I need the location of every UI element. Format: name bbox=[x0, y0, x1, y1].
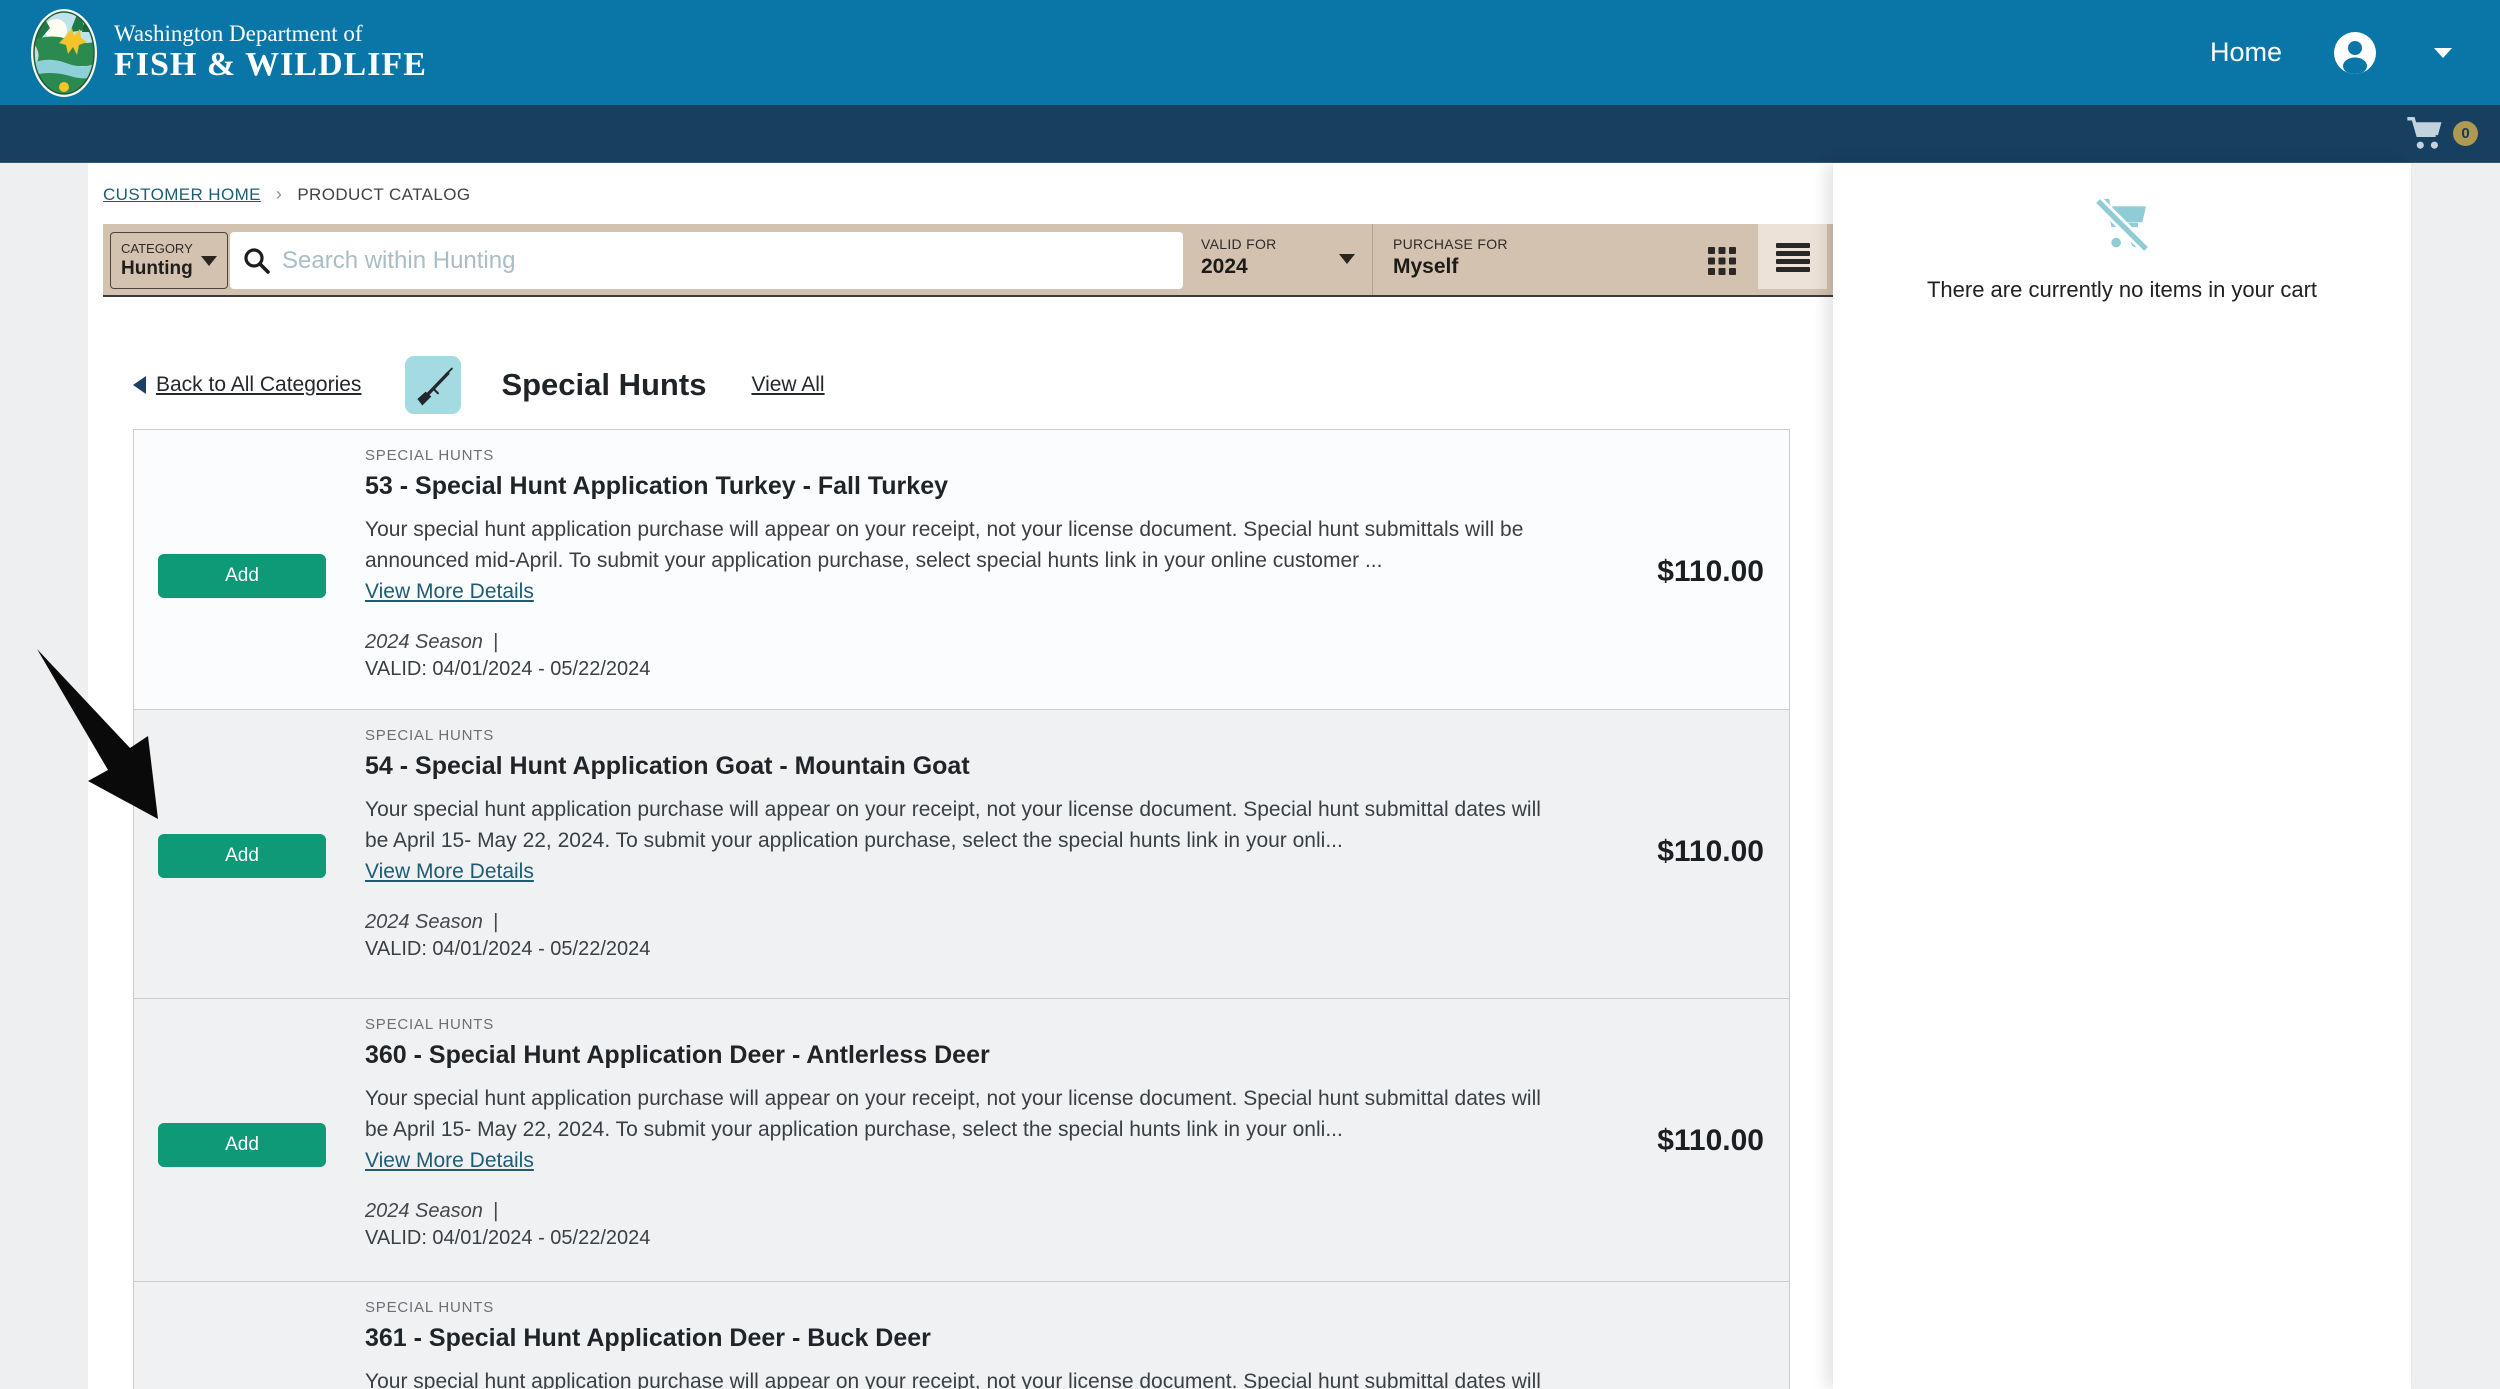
product-title: 360 - Special Hunt Application Deer - An… bbox=[365, 1041, 990, 1070]
category-dropdown[interactable]: CATEGORY Hunting bbox=[110, 232, 228, 289]
product-title: 361 - Special Hunt Application Deer - Bu… bbox=[365, 1324, 931, 1353]
purchase-for-control[interactable]: PURCHASE FOR Myself bbox=[1393, 235, 1508, 280]
account-menu-caret-icon[interactable] bbox=[2434, 48, 2452, 58]
home-link[interactable]: Home bbox=[2210, 37, 2282, 68]
product-card: SPECIAL HUNTS 361 - Special Hunt Applica… bbox=[133, 1281, 1790, 1389]
rifle-icon bbox=[410, 362, 456, 408]
category-label: CATEGORY bbox=[121, 241, 193, 257]
account-icon[interactable] bbox=[2334, 32, 2376, 74]
valid-for-label: VALID FOR bbox=[1201, 235, 1277, 253]
product-price: $110.00 bbox=[1657, 555, 1764, 589]
grid-view-button[interactable] bbox=[1695, 232, 1749, 289]
add-button[interactable]: Add bbox=[158, 1123, 326, 1167]
description-line: be April 15- May 22, 2024. To submit you… bbox=[365, 825, 1541, 856]
description-line: Your special hunt application purchase w… bbox=[365, 1083, 1541, 1114]
app-header: Washington Department of FISH & WILDLIFE… bbox=[0, 0, 2500, 105]
product-category-label: SPECIAL HUNTS bbox=[365, 1016, 494, 1033]
product-title: 54 - Special Hunt Application Goat - Mou… bbox=[365, 752, 970, 781]
main-content: CUSTOMER HOME › PRODUCT CATALOG CATEGORY… bbox=[88, 163, 1833, 1389]
list-view-button[interactable] bbox=[1758, 224, 1827, 289]
product-season: 2024 Season | bbox=[365, 911, 498, 934]
cart-count-badge: 0 bbox=[2453, 121, 2478, 146]
season-text: 2024 Season bbox=[365, 911, 483, 933]
chevron-down-icon bbox=[1339, 254, 1355, 264]
purchase-for-label: PURCHASE FOR bbox=[1393, 235, 1508, 253]
product-list: SPECIAL HUNTS 53 - Special Hunt Applicat… bbox=[133, 429, 1790, 1389]
product-description: Your special hunt application purchase w… bbox=[365, 794, 1541, 856]
product-season: 2024 Season | bbox=[365, 1200, 498, 1223]
description-line: be April 15- May 22, 2024. To submit you… bbox=[365, 1114, 1541, 1145]
product-description: Your special hunt application purchase w… bbox=[365, 514, 1523, 576]
cart-panel: There are currently no items in your car… bbox=[1833, 163, 2411, 1389]
page-title: Special Hunts bbox=[501, 367, 706, 403]
season-text: 2024 Season bbox=[365, 1200, 483, 1222]
view-more-details-link[interactable]: View More Details bbox=[365, 1149, 534, 1173]
product-title: 53 - Special Hunt Application Turkey - F… bbox=[365, 472, 948, 501]
breadcrumb: CUSTOMER HOME › PRODUCT CATALOG bbox=[88, 163, 1833, 205]
season-separator: | bbox=[493, 911, 498, 933]
org-name-line2: FISH & WILDLIFE bbox=[114, 46, 427, 83]
valid-for-dropdown[interactable]: VALID FOR 2024 bbox=[1201, 235, 1277, 280]
product-price: $110.00 bbox=[1657, 1124, 1764, 1158]
chevron-down-icon bbox=[201, 256, 217, 266]
season-text: 2024 Season bbox=[365, 631, 483, 653]
product-card: SPECIAL HUNTS 53 - Special Hunt Applicat… bbox=[133, 429, 1790, 710]
product-valid-dates: VALID: 04/01/2024 - 05/22/2024 bbox=[365, 938, 650, 961]
product-category-label: SPECIAL HUNTS bbox=[365, 727, 494, 744]
add-button[interactable]: Add bbox=[158, 554, 326, 598]
product-category-label: SPECIAL HUNTS bbox=[365, 447, 494, 464]
product-valid-dates: VALID: 04/01/2024 - 05/22/2024 bbox=[365, 658, 650, 681]
empty-cart-message: There are currently no items in your car… bbox=[1927, 277, 2317, 303]
view-more-details-link[interactable]: View More Details bbox=[365, 580, 534, 604]
wdfw-logo-icon bbox=[30, 8, 98, 98]
view-more-details-link[interactable]: View More Details bbox=[365, 860, 534, 884]
product-card: SPECIAL HUNTS 360 - Special Hunt Applica… bbox=[133, 998, 1790, 1282]
org-logo: Washington Department of FISH & WILDLIFE bbox=[30, 8, 427, 98]
add-button[interactable]: Add bbox=[158, 834, 326, 878]
view-all-link[interactable]: View All bbox=[751, 373, 824, 397]
back-to-categories-link[interactable]: Back to All Categories bbox=[133, 373, 361, 397]
description-line: Your special hunt application purchase w… bbox=[365, 1366, 1541, 1389]
description-line: Your special hunt application purchase w… bbox=[365, 514, 1523, 545]
product-description: Your special hunt application purchase w… bbox=[365, 1366, 1541, 1389]
product-category-label: SPECIAL HUNTS bbox=[365, 1299, 494, 1316]
search-input[interactable] bbox=[230, 232, 1183, 289]
filter-bar: CATEGORY Hunting VALID FOR 2024 PURCHASE… bbox=[103, 224, 1833, 297]
grid-view-icon bbox=[1707, 246, 1737, 276]
list-view-icon bbox=[1775, 242, 1811, 272]
product-card: SPECIAL HUNTS 54 - Special Hunt Applicat… bbox=[133, 709, 1790, 999]
product-valid-dates: VALID: 04/01/2024 - 05/22/2024 bbox=[365, 1227, 650, 1250]
org-name-line1: Washington Department of bbox=[114, 21, 427, 46]
back-link-label: Back to All Categories bbox=[156, 373, 361, 397]
section-header: Back to All Categories Special Hunts Vie… bbox=[88, 356, 1833, 414]
back-arrow-icon bbox=[133, 376, 146, 394]
season-separator: | bbox=[493, 1200, 498, 1222]
breadcrumb-customer-home-link[interactable]: CUSTOMER HOME bbox=[103, 185, 261, 205]
page: Washington Department of FISH & WILDLIFE… bbox=[0, 0, 2500, 1389]
cart-icon[interactable] bbox=[2405, 116, 2445, 152]
breadcrumb-current: PRODUCT CATALOG bbox=[297, 185, 470, 205]
description-line: announced mid-April. To submit your appl… bbox=[365, 545, 1523, 576]
special-hunts-category-icon-box bbox=[405, 356, 461, 414]
season-separator: | bbox=[493, 631, 498, 653]
description-line: Your special hunt application purchase w… bbox=[365, 794, 1541, 825]
empty-cart-icon bbox=[2090, 193, 2154, 257]
valid-for-value: 2024 bbox=[1201, 253, 1277, 280]
product-description: Your special hunt application purchase w… bbox=[365, 1083, 1541, 1145]
filter-divider bbox=[1372, 224, 1373, 295]
utility-bar: 0 bbox=[0, 105, 2500, 163]
category-value: Hunting bbox=[121, 257, 193, 281]
breadcrumb-separator: › bbox=[276, 184, 282, 205]
product-season: 2024 Season | bbox=[365, 631, 498, 654]
purchase-for-value: Myself bbox=[1393, 253, 1508, 280]
product-price: $110.00 bbox=[1657, 835, 1764, 869]
